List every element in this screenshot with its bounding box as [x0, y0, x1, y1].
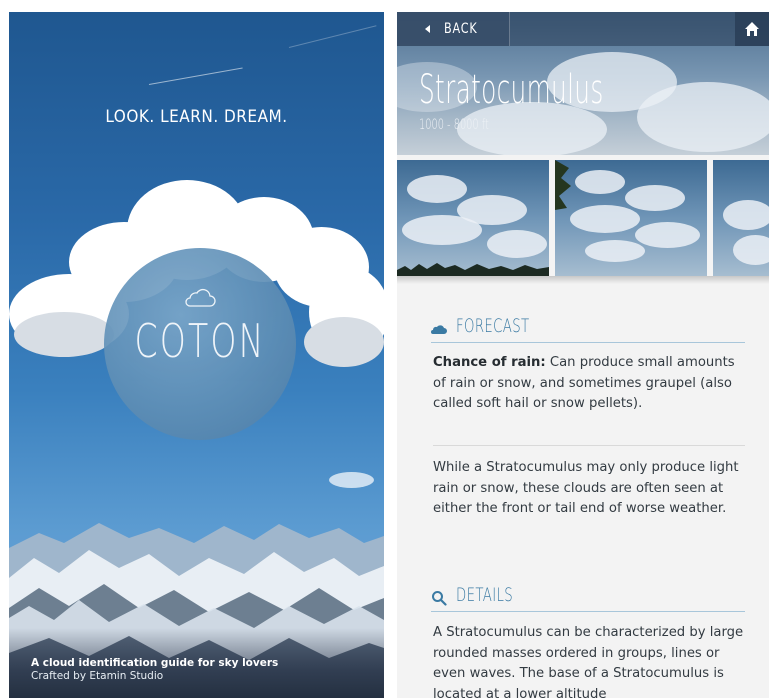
- gallery-photo[interactable]: [555, 160, 707, 276]
- search-icon: [432, 591, 447, 606]
- footer-subtitle: Crafted by Etamin Studio: [31, 670, 164, 682]
- rain-chance-text: Chance of rain: Can produce small amount…: [433, 353, 751, 415]
- forecast-header: FORECAST: [431, 313, 745, 343]
- gallery-photo[interactable]: [397, 160, 549, 276]
- details-title: DETAILS: [456, 584, 514, 606]
- photo-gallery: [397, 160, 769, 276]
- tagline: LOOK. LEARN. DREAM.: [105, 107, 288, 127]
- logo-circle: COTON: [104, 248, 296, 440]
- rain-label: Chance of rain:: [433, 355, 546, 370]
- cloud-altitude: 1000 - 8000 ft: [419, 117, 489, 133]
- forecast-title: FORECAST: [456, 315, 530, 337]
- cloud-icon: [185, 288, 216, 307]
- details-body: A Stratocumulus can be characterized by …: [433, 625, 744, 698]
- detail-screen: BACK Stratocumulus 1000 - 8000 ft FORECA…: [397, 12, 769, 698]
- forecast-body: While a Stratocumulus may only produce l…: [433, 460, 739, 516]
- gallery-shadow: [397, 276, 769, 284]
- footer-title: A cloud identification guide for sky lov…: [31, 657, 279, 669]
- sky-streak: [288, 25, 377, 48]
- sky-streak: [148, 67, 243, 85]
- back-button[interactable]: BACK: [397, 12, 510, 46]
- details-header: DETAILS: [431, 582, 745, 612]
- logo-text: COTON: [134, 314, 266, 368]
- splash-screen: LOOK. LEARN. DREAM. COTON A cloud identi…: [9, 12, 384, 698]
- gallery-photo[interactable]: [713, 160, 769, 276]
- cloud-icon: [431, 325, 447, 334]
- splash-footer: A cloud identification guide for sky lov…: [9, 628, 384, 698]
- back-label: BACK: [444, 21, 478, 37]
- cloud-name-title: Stratocumulus: [419, 67, 604, 113]
- hero-banner: BACK Stratocumulus 1000 - 8000 ft: [397, 12, 769, 155]
- divider: [433, 445, 745, 446]
- home-button[interactable]: [735, 12, 769, 46]
- back-arrow-icon: [425, 25, 430, 33]
- home-icon: [745, 22, 759, 36]
